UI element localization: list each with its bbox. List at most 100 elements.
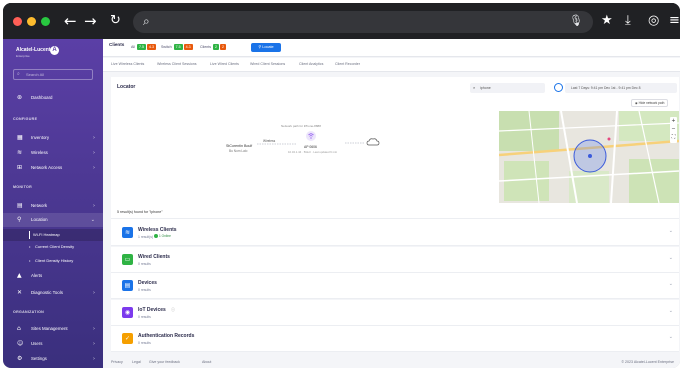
chevron-down-icon[interactable]: ⌄ [669, 334, 673, 340]
chip-count-online: 7.5 [137, 44, 146, 50]
footer-link-feedback[interactable]: Give your feedback [149, 357, 180, 368]
chip-label: Switch [161, 45, 172, 49]
online-badge-label: 1 Online [159, 234, 171, 238]
address-bar[interactable]: ⌕ 🎙 [133, 11, 593, 33]
bullet-icon: • [29, 244, 31, 249]
sidebar-item-sites-management[interactable]: ⌂ Sites Management › [3, 322, 103, 336]
time-range-selector[interactable]: Last 7 Days: 9:41 pm Dec 1st - 9:41 pm D… [565, 83, 677, 93]
info-icon[interactable]: ⓘ [171, 307, 175, 313]
browser-toolbar: ← → ↻ ⌕ 🎙 ★ ⤓ ◎ ≡ [3, 3, 680, 39]
client-count-chip[interactable]: All 7.5 4.3 [131, 44, 156, 50]
sidebar-item-label: Wireless [31, 150, 48, 155]
chevron-down-icon[interactable]: ⌄ [669, 281, 673, 287]
zoom-in-icon[interactable]: + [670, 117, 677, 125]
locate-button[interactable]: ⚲ Locate [251, 43, 281, 52]
menu-icon[interactable]: ≡ [669, 13, 680, 28]
chip-count-online: 7.5 [173, 44, 183, 50]
sidebar-item-label: Users [31, 341, 43, 346]
tab-live-wired-clients[interactable]: Live Wired Clients [210, 62, 239, 66]
result-row-iot-devices[interactable]: ◉ IoT Devices 0 results ⓘ ⌄ [111, 299, 679, 326]
tab-wired-client-sessions[interactable]: Wired Client Sessions [250, 62, 285, 66]
result-count: 0 results [138, 261, 151, 266]
sidebar-search-input[interactable]: ⌕ Search All [13, 69, 93, 80]
chip-label: Clients [200, 45, 211, 49]
sidebar-item-location[interactable]: ⚲ Location ⌄ [3, 213, 103, 227]
microphone-icon[interactable]: 🎙 [569, 14, 583, 27]
topology-path-heading: Network path for iPhone-8888 [281, 124, 321, 128]
network-path-label: Hide network path [638, 101, 665, 105]
chevron-right-icon: › [93, 135, 95, 141]
result-row-wireless-clients[interactable]: ≋ Wireless Clients 1 result(s) 1 Online ⌄ [111, 220, 679, 246]
chip-count-offline: 2 [220, 44, 226, 50]
sidebar-item-dashboard[interactable]: ⊛ Dashboard [3, 91, 103, 105]
map-canvas [499, 111, 679, 203]
result-title: IoT Devices [138, 306, 166, 313]
chart-icon: ▤ [17, 202, 23, 209]
minimize-window-button[interactable] [27, 17, 36, 26]
zoom-out-icon[interactable]: − [670, 125, 677, 133]
chevron-down-icon[interactable]: ⌄ [669, 308, 673, 314]
sidebar-item-settings[interactable]: ⚙ Settings › [3, 352, 103, 366]
result-count: 0 results [138, 314, 151, 319]
tab-client-analytics[interactable]: Client Analytics [299, 62, 323, 66]
forward-arrow-icon[interactable]: → [84, 12, 97, 30]
sidebar-subitem-wi-fi-heatmap[interactable]: Wi-Fi Heatmap [3, 229, 103, 241]
sidebar-item-inventory[interactable]: ▦ Inventory › [3, 131, 103, 145]
download-icon[interactable]: ⤓ [625, 13, 631, 28]
client-count-chip[interactable]: Clients 2 2 [200, 44, 226, 50]
sidebar-subitem-label: Wi-Fi Heatmap [33, 232, 60, 237]
sidebar-subitem-client-density-history[interactable]: • Client Density History [3, 255, 103, 267]
sidebar-item-network-access[interactable]: ⊞ Network Access › [3, 161, 103, 175]
chevron-right-icon: › [93, 150, 95, 156]
footer-link-legal[interactable]: Legal [132, 357, 141, 368]
locate-label: Locate [262, 45, 274, 49]
sidebar-item-label: Sites Management [31, 326, 68, 331]
sidebar-item-network[interactable]: ▤ Network › [3, 199, 103, 213]
location-map[interactable]: + − ⛶ [499, 111, 679, 203]
chip-count-offline: 4.3 [183, 44, 193, 50]
maximize-window-button[interactable] [41, 17, 50, 26]
clock-icon[interactable] [554, 83, 563, 92]
section-organization: ORGANIZATION [13, 310, 45, 314]
footer-link-privacy[interactable]: Privacy [111, 357, 123, 368]
result-row-devices[interactable]: ▤ Devices 0 results ⌄ [111, 273, 679, 299]
results-summary: 5 result(s) found for "iphone" [111, 206, 679, 219]
topology-ap-name: AP 0606 [304, 145, 317, 149]
chevron-right-icon: › [93, 203, 95, 209]
chevron-right-icon: › [93, 356, 95, 362]
hide-network-path-button[interactable]: ◉ Hide network path [631, 99, 669, 107]
footer-link-about[interactable]: About [202, 357, 211, 368]
result-row-authentication-records[interactable]: ✓ Authentication Records 0 results ⌄ [111, 326, 679, 352]
client-location-marker[interactable] [588, 154, 592, 158]
client-count-chip[interactable]: Switch 7.5 4.3 [161, 44, 193, 50]
wifi-icon: ≋ [17, 149, 23, 156]
chevron-down-icon[interactable]: ⌄ [669, 255, 673, 261]
tab-client-recorder[interactable]: Client Recorder [335, 62, 360, 66]
star-icon[interactable]: ★ [601, 13, 613, 28]
fullscreen-icon[interactable]: ⛶ [670, 133, 677, 141]
tab-live-wireless-clients[interactable]: Live Wireless Clients [111, 62, 144, 66]
sidebar-item-alerts[interactable]: ▲ Alerts [3, 269, 103, 283]
close-window-button[interactable] [13, 17, 22, 26]
sidebar-item-wireless[interactable]: ≋ Wireless › [3, 146, 103, 160]
clients-summary-bar: Clients All 7.5 4.3 Switch 7.5 4.3 Clients 2 2 ⚲… [103, 39, 680, 57]
map-zoom-controls[interactable]: + − ⛶ [670, 117, 677, 143]
chevron-right-icon: › [93, 290, 95, 296]
chevron-down-icon: ⌄ [90, 217, 95, 223]
sites-icon: ⌂ [17, 325, 21, 332]
alert-icon: ▲ [17, 272, 22, 279]
result-count: 1 result(s) [138, 235, 154, 239]
tab-wireless-client-sessions[interactable]: Wireless Client Sessions [157, 62, 197, 66]
browser-window: ← → ↻ ⌕ 🎙 ★ ⤓ ◎ ≡ Alcatel-Lucent Enterpr… [3, 3, 680, 368]
reload-icon[interactable]: ↻ [110, 12, 121, 30]
back-arrow-icon[interactable]: ← [64, 12, 77, 30]
sidebar-subitem-current-client-density[interactable]: • Current Client Density [3, 241, 103, 253]
result-row-wired-clients[interactable]: ▭ Wired Clients 0 results ⌄ [111, 246, 679, 273]
chevron-down-icon[interactable]: ⌄ [669, 228, 673, 234]
cloud-icon [366, 138, 380, 146]
account-icon[interactable]: ◎ [648, 13, 659, 28]
sidebar-item-users[interactable]: ☺ Users › [3, 337, 103, 351]
tools-icon: ✕ [17, 289, 23, 296]
sidebar-item-diagnostic-tools[interactable]: ✕ Diagnostic Tools › [3, 286, 103, 300]
result-title: Wired Clients [138, 253, 170, 260]
